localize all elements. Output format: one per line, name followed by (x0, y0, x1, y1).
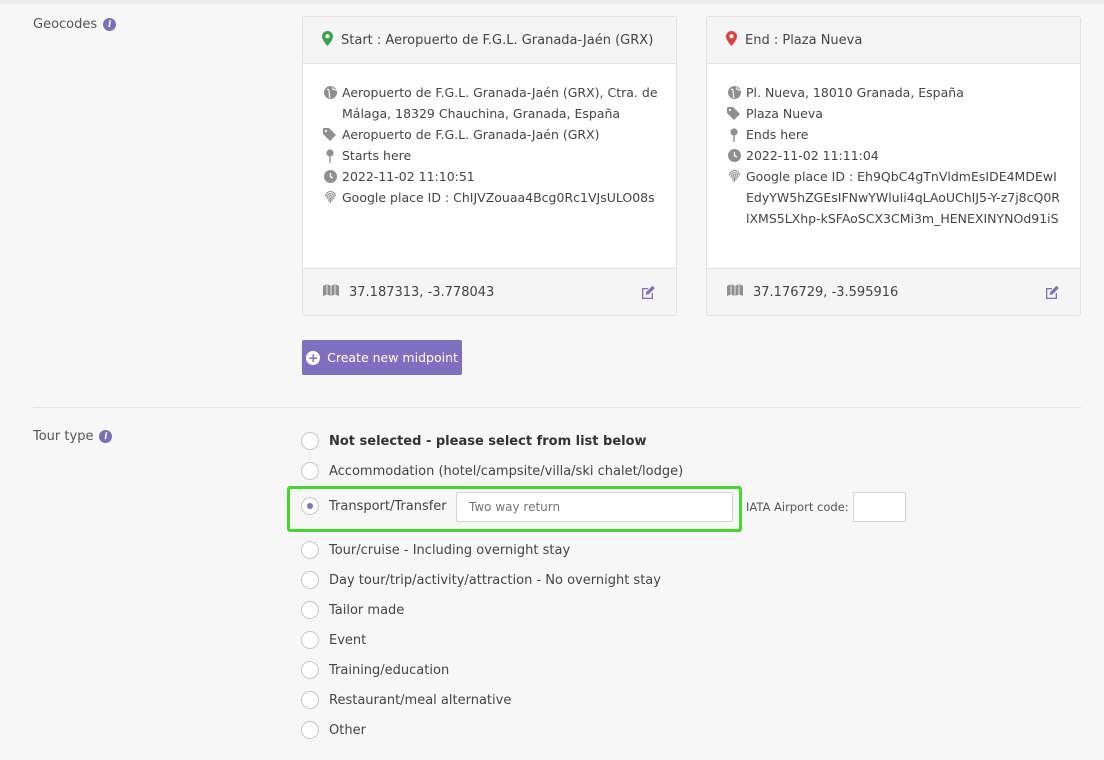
radio-button[interactable] (301, 541, 319, 559)
place-id-line: Google place ID : ChIJVZouaa4Bcg0Rc1VJsU… (323, 187, 658, 208)
start-coordinates: 37.187313, -3.778043 (349, 284, 495, 300)
address-line: Pl. Nueva, 18010 Granada, España (727, 82, 1062, 103)
map-marker-icon (726, 30, 737, 50)
tour-edit-panel: Geocodes i Start : Aeropuerto de F.G.L. … (0, 0, 1104, 760)
end-coordinates: 37.176729, -3.595916 (753, 284, 899, 300)
start-geocode-card: Start : Aeropuerto de F.G.L. Granada-Jaé… (302, 16, 677, 316)
radio-button[interactable] (301, 631, 319, 649)
end-card-header: End : Plaza Nueva (707, 17, 1080, 64)
edit-icon[interactable] (641, 285, 656, 299)
start-card-body: Aeropuerto de F.G.L. Granada-Jaén (GRX),… (303, 64, 676, 270)
role-line: Starts here (323, 145, 658, 166)
map-marker-icon (322, 30, 333, 50)
fingerprint-icon (727, 166, 741, 187)
end-geocode-card: End : Plaza Nueva Pl. Nueva, 18010 Grana… (706, 16, 1081, 316)
place-id-line: Google place ID : Eh9QbC4gTnVldmEsIDE4MD… (727, 166, 1062, 229)
timestamp-line: 2022-11-02 11:11:04 (727, 145, 1062, 166)
address-line: Aeropuerto de F.G.L. Granada-Jaén (GRX),… (323, 82, 658, 124)
radio-dot (307, 503, 313, 509)
info-icon[interactable]: i (99, 430, 113, 443)
radio-option-tailor-made[interactable]: Tailor made (301, 601, 404, 619)
globe-icon (727, 82, 741, 103)
create-midpoint-button[interactable]: + Create new midpoint (302, 340, 462, 375)
radio-option-other[interactable]: Other (301, 721, 366, 739)
radio-option-accommodation[interactable]: Accommodation (hotel/campsite/villa/ski … (301, 462, 683, 480)
map-icon (727, 283, 743, 301)
section-divider (33, 407, 1081, 408)
transfer-type-input[interactable] (456, 492, 733, 522)
plus-circle-icon: + (306, 350, 321, 365)
top-rule (0, 0, 1104, 4)
tag-icon (323, 124, 337, 145)
tour-type-label: Tour type i (33, 429, 113, 444)
radio-button[interactable] (301, 462, 319, 480)
pin-icon (323, 145, 337, 166)
radio-option-tour-cruise[interactable]: Tour/cruise - Including overnight stay (301, 541, 570, 559)
clock-icon (727, 145, 741, 166)
radio-option-restaurant[interactable]: Restaurant/meal alternative (301, 691, 511, 709)
radio-option-transport-transfer[interactable]: Transport/Transfer (301, 497, 447, 515)
geocodes-label: Geocodes i (33, 17, 117, 32)
edit-icon[interactable] (1045, 285, 1060, 299)
start-card-footer: 37.187313, -3.778043 (303, 268, 676, 315)
info-icon[interactable]: i (103, 18, 117, 31)
pin-icon (727, 124, 741, 145)
radio-button[interactable] (301, 721, 319, 739)
clock-icon (323, 166, 337, 187)
radio-button-selected[interactable] (301, 497, 319, 515)
radio-option-not-selected[interactable]: Not selected - please select from list b… (301, 432, 647, 450)
radio-option-training[interactable]: Training/education (301, 661, 449, 679)
timestamp-line: 2022-11-02 11:10:51 (323, 166, 658, 187)
radio-option-day-tour[interactable]: Day tour/trip/activity/attraction - No o… (301, 571, 661, 589)
name-line: Aeropuerto de F.G.L. Granada-Jaén (GRX) (323, 124, 658, 145)
radio-button[interactable] (301, 661, 319, 679)
iata-label: IATA Airport code: (746, 500, 849, 514)
start-card-header: Start : Aeropuerto de F.G.L. Granada-Jaé… (303, 17, 676, 64)
end-card-footer: 37.176729, -3.595916 (707, 268, 1080, 315)
end-card-body: Pl. Nueva, 18010 Granada, España Plaza N… (707, 64, 1080, 270)
radio-button[interactable] (301, 432, 319, 450)
map-icon (323, 283, 339, 301)
radio-button[interactable] (301, 571, 319, 589)
iata-airport-code-input[interactable] (853, 492, 906, 522)
name-line: Plaza Nueva (727, 103, 1062, 124)
radio-button[interactable] (301, 601, 319, 619)
fingerprint-icon (323, 187, 337, 208)
radio-button[interactable] (301, 691, 319, 709)
globe-icon (323, 82, 337, 103)
tag-icon (727, 103, 741, 124)
radio-option-event[interactable]: Event (301, 631, 366, 649)
role-line: Ends here (727, 124, 1062, 145)
